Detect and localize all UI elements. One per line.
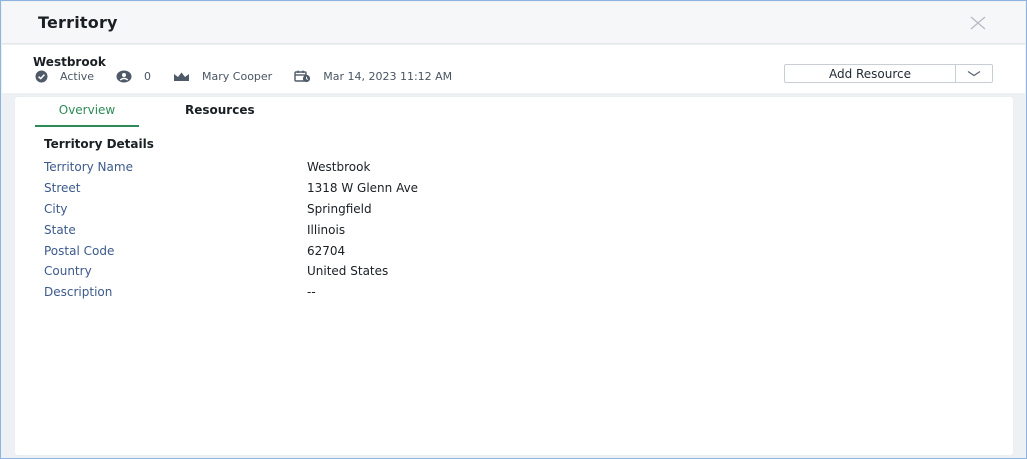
detail-row-street: Street 1318 W Glenn Ave	[44, 178, 418, 199]
owner-meta: Mary Cooper	[173, 70, 272, 83]
field-label: Description	[44, 285, 113, 300]
check-circle-icon	[35, 70, 48, 83]
tab-bar: Overview Resources	[35, 97, 267, 127]
field-label: Street	[44, 181, 81, 196]
field-label: Country	[44, 264, 92, 279]
record-header: Westbrook Active 0 Mary Cooper Mar 14, 2…	[2, 45, 1025, 93]
field-label: Postal Code	[44, 243, 115, 258]
detail-row-description: Description --	[44, 282, 418, 303]
detail-row-postal-code: Postal Code 62704	[44, 240, 418, 261]
dialog-title: Territory	[38, 13, 118, 32]
add-resource-split-button: Add Resource	[784, 64, 993, 83]
status-text: Active	[60, 70, 95, 83]
owner-name: Mary Cooper	[202, 70, 273, 83]
field-value: Westbrook	[307, 160, 371, 175]
tab-resources[interactable]: Resources	[173, 97, 267, 127]
field-label: State	[44, 222, 76, 237]
field-value: Springfield	[307, 201, 372, 216]
field-label: Territory Name	[44, 160, 133, 175]
field-label: City	[44, 201, 68, 216]
record-name: Westbrook	[33, 55, 106, 69]
resource-count: 0	[144, 70, 152, 83]
calendar-clock-icon	[294, 70, 311, 83]
status-meta: Active	[35, 70, 94, 83]
close-icon[interactable]	[969, 14, 987, 32]
field-value: 1318 W Glenn Ave	[307, 181, 419, 196]
detail-row-territory-name: Territory Name Westbrook	[44, 157, 418, 178]
chevron-down-icon[interactable]	[967, 70, 981, 78]
details-list: Territory Name Westbrook Street 1318 W G…	[44, 157, 418, 303]
close-button[interactable]	[969, 14, 987, 32]
field-value: Illinois	[307, 222, 346, 237]
field-value: 62704	[307, 243, 346, 258]
detail-row-city: City Springfield	[44, 199, 418, 220]
content-panel: Overview Resources Territory Details Ter…	[14, 96, 1014, 456]
modified-meta: Mar 14, 2023 11:12 AM	[294, 70, 452, 83]
detail-row-country: Country United States	[44, 261, 418, 282]
territory-dialog: Territory Westbrook Active 0 Mary Cooper…	[0, 0, 1027, 459]
dialog-title-bar: Territory	[2, 2, 1025, 44]
resource-count-meta: 0	[116, 70, 151, 83]
field-value: United States	[307, 264, 389, 279]
modified-timestamp: Mar 14, 2023 11:12 AM	[323, 70, 453, 83]
detail-row-state: State Illinois	[44, 219, 418, 240]
record-meta: Active 0 Mary Cooper Mar 14, 2023 11:12 …	[35, 70, 474, 83]
user-circle-icon	[116, 70, 132, 83]
add-resource-menu-toggle[interactable]	[955, 65, 992, 82]
field-value: --	[307, 285, 316, 300]
section-title: Territory Details	[44, 137, 154, 151]
tab-overview[interactable]: Overview	[35, 97, 139, 127]
add-resource-button[interactable]: Add Resource	[785, 65, 955, 82]
crown-icon	[174, 72, 190, 81]
